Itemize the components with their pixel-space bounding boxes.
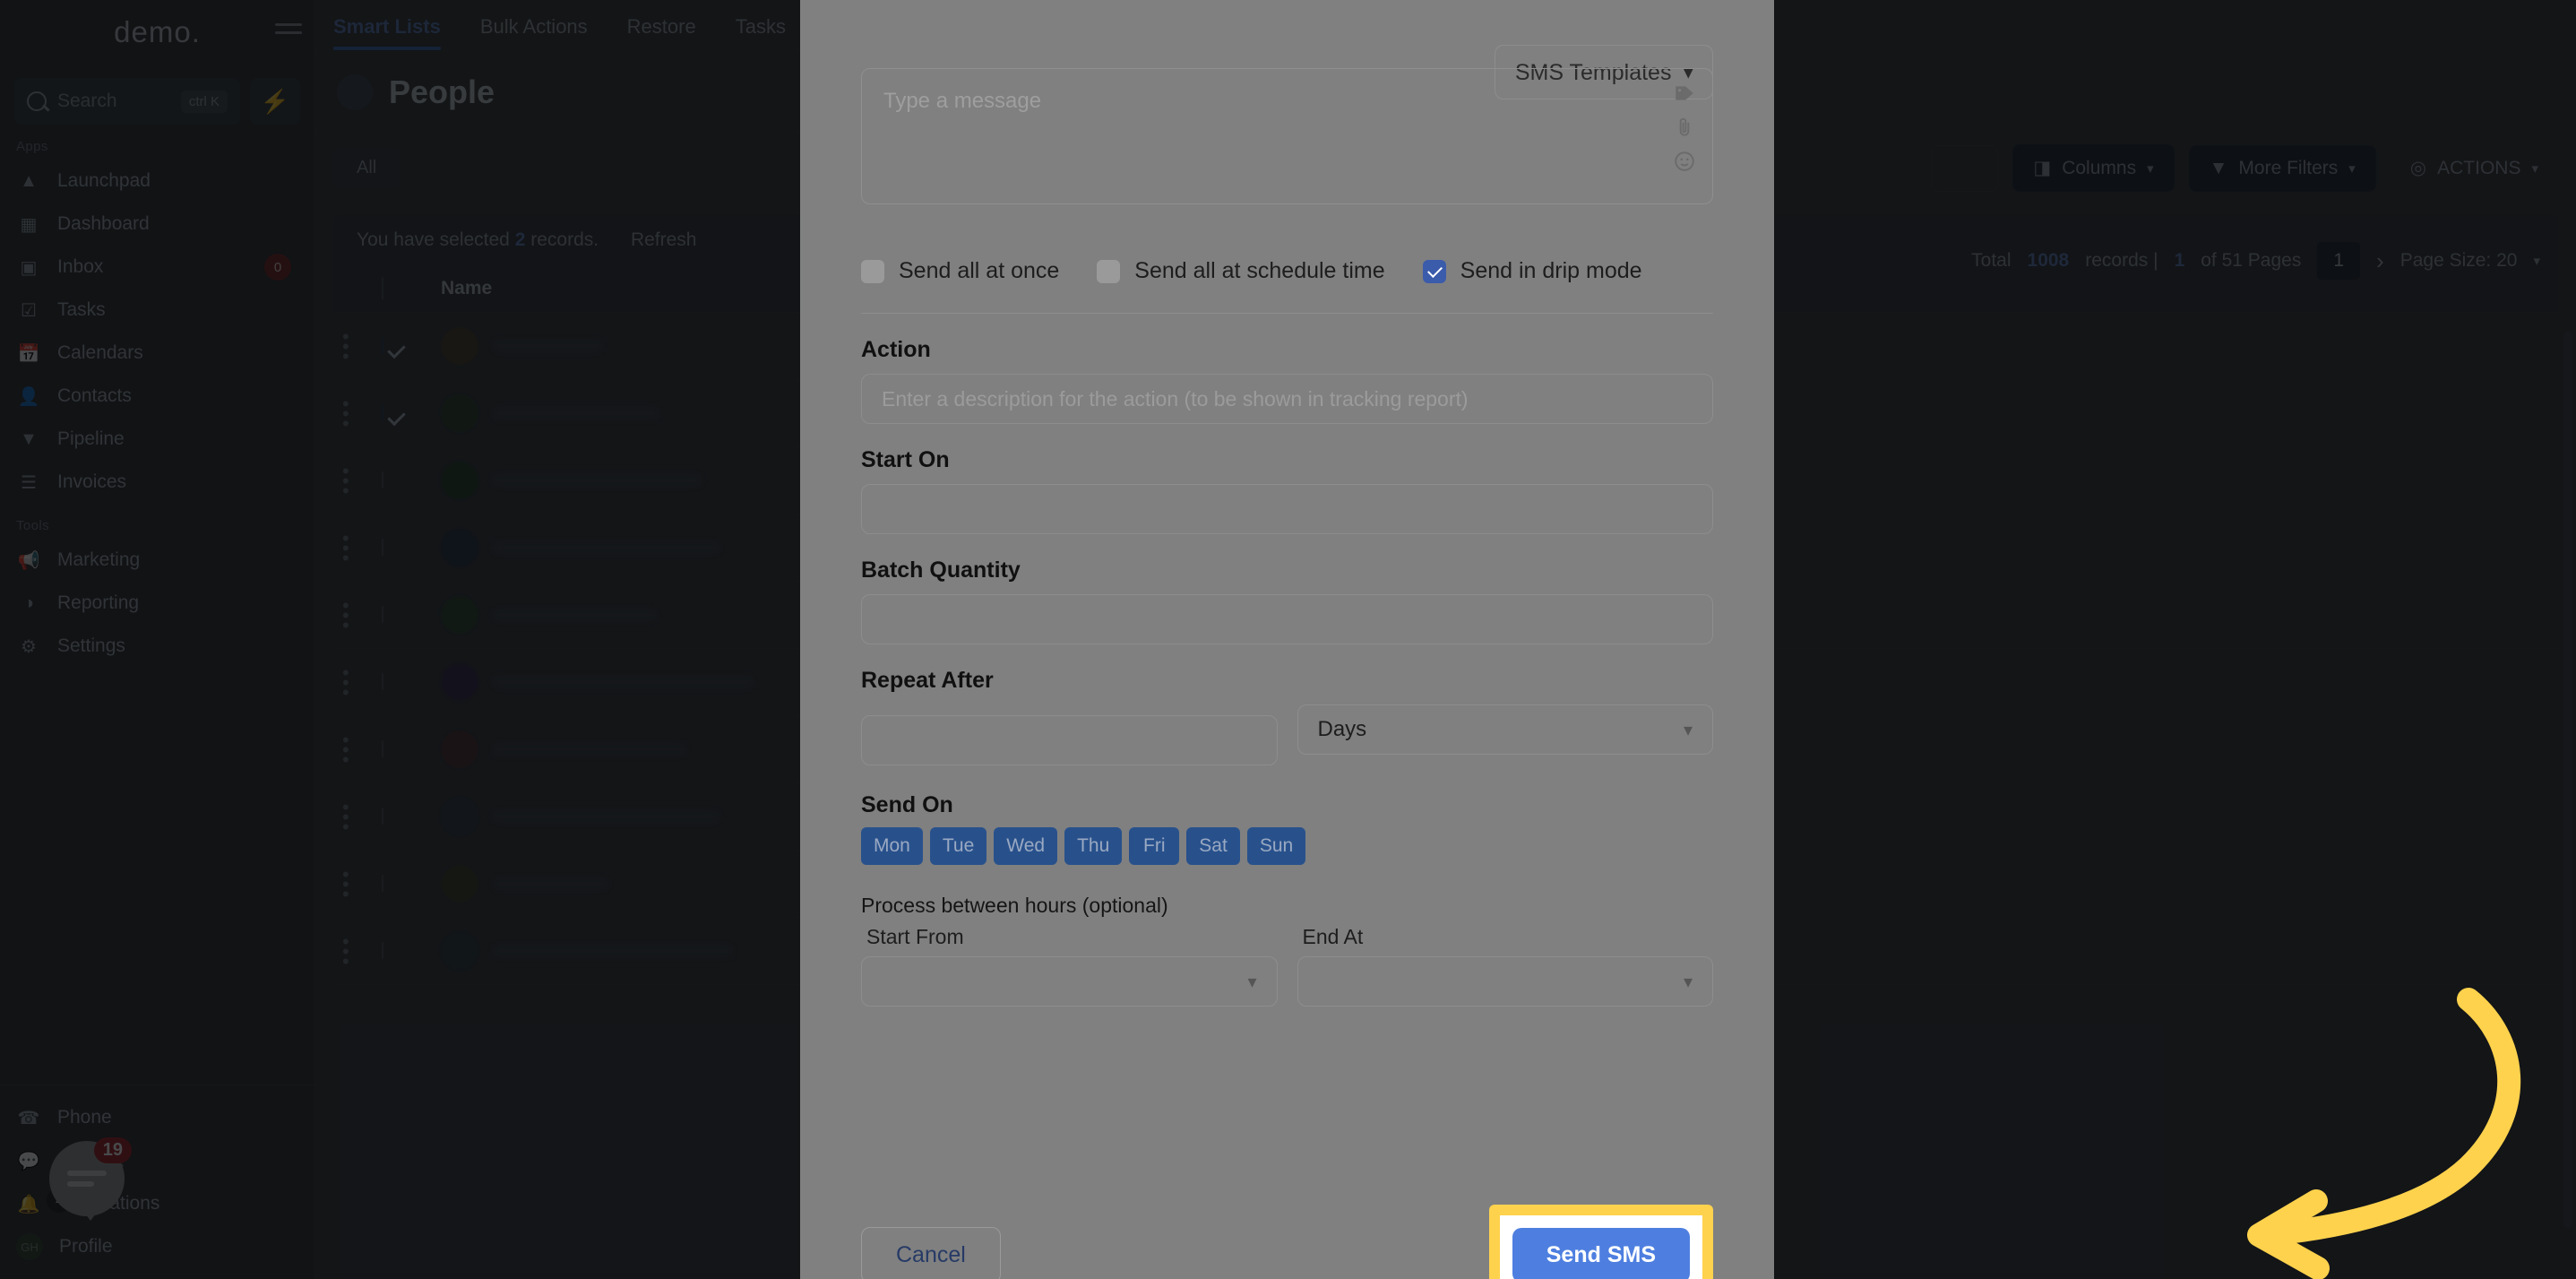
end-at-label: End At (1303, 925, 1714, 949)
divider (861, 313, 1713, 314)
process-hours-row: Start From ▾ End At ▾ (861, 925, 1713, 1007)
repeat-unit-value: Days (1318, 717, 1367, 742)
process-hours-label: Process between hours (optional) (861, 894, 1713, 918)
cancel-button[interactable]: Cancel (861, 1227, 1001, 1279)
action-placeholder: Enter a description for the action (to b… (882, 387, 1469, 411)
send-drip-mode-label: Send in drip mode (1460, 258, 1642, 284)
day-toggle-mon[interactable]: Mon (861, 827, 923, 865)
send-sms-button[interactable]: Send SMS (1512, 1228, 1690, 1279)
repeat-after-label: Repeat After (861, 668, 1713, 694)
batch-quantity-label: Batch Quantity (861, 557, 1713, 583)
message-tools (1673, 82, 1696, 173)
send-on-day-toggles: Mon Tue Wed Thu Fri Sat Sun (861, 827, 1713, 865)
send-sms-highlight-inner: Send SMS (1500, 1215, 1702, 1279)
chevron-down-icon: ▾ (1684, 971, 1693, 993)
paperclip-icon[interactable] (1673, 116, 1696, 139)
send-drip-mode-checkbox[interactable] (1423, 260, 1446, 283)
send-mode-options: Send all at once Send all at schedule ti… (861, 258, 1713, 284)
message-placeholder: Type a message (862, 69, 1712, 134)
message-textarea[interactable]: Type a message (861, 68, 1713, 204)
day-toggle-wed[interactable]: Wed (994, 827, 1057, 865)
repeat-unit-select[interactable]: Days ▾ (1297, 704, 1714, 755)
end-at-select[interactable]: ▾ (1297, 956, 1714, 1007)
send-on-label: Send On (861, 792, 1713, 818)
tag-icon[interactable] (1673, 82, 1696, 105)
modal-footer: Cancel Send SMS (861, 1205, 1713, 1279)
start-from-label: Start From (866, 925, 1278, 949)
day-toggle-thu[interactable]: Thu (1064, 827, 1122, 865)
repeat-after-input[interactable] (861, 715, 1278, 765)
chevron-down-icon: ▾ (1684, 719, 1693, 741)
day-toggle-sat[interactable]: Sat (1186, 827, 1240, 865)
start-on-input[interactable] (861, 484, 1713, 534)
send-at-schedule-label: Send all at schedule time (1134, 258, 1384, 284)
chevron-down-icon: ▾ (1247, 971, 1256, 993)
start-from-col: Start From ▾ (861, 925, 1278, 1007)
emoji-icon[interactable] (1673, 150, 1696, 173)
send-at-schedule-checkbox[interactable] (1097, 260, 1120, 283)
screen-root: demo. Search ctrl K ⚡ Apps ▲ Launchpad ▦ (0, 0, 2576, 1279)
repeat-after-row: Days ▾ (861, 704, 1713, 765)
send-all-at-once-label: Send all at once (899, 258, 1059, 284)
start-on-label: Start On (861, 447, 1713, 473)
send-all-at-once-checkbox[interactable] (861, 260, 884, 283)
day-toggle-sun[interactable]: Sun (1247, 827, 1305, 865)
day-toggle-fri[interactable]: Fri (1129, 827, 1179, 865)
batch-quantity-input[interactable] (861, 594, 1713, 644)
action-label: Action (861, 337, 1713, 363)
end-at-col: End At ▾ (1297, 925, 1714, 1007)
start-from-select[interactable]: ▾ (861, 956, 1278, 1007)
action-input[interactable]: Enter a description for the action (to b… (861, 374, 1713, 424)
day-toggle-tue[interactable]: Tue (930, 827, 986, 865)
send-sms-highlight: Send SMS (1489, 1205, 1713, 1279)
send-sms-modal: SMS Templates ▾ Type a message Send all … (800, 0, 1774, 1279)
